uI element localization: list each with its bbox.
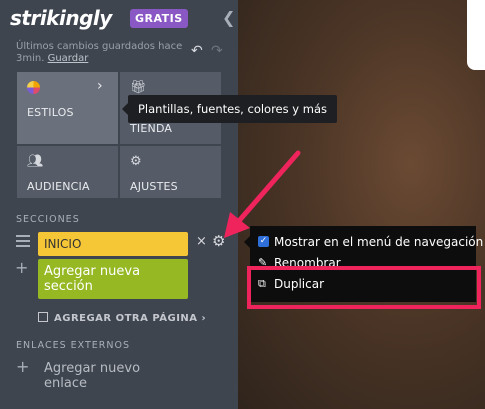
palette-icon [27, 81, 40, 94]
highlight-box [247, 266, 481, 309]
tile-label: AJUSTES [130, 180, 178, 193]
gear-icon: ⚙ [130, 154, 142, 169]
styles-tooltip: Plantillas, fuentes, colores y más [122, 95, 337, 123]
tile-label: AUDIENCIA [27, 180, 90, 193]
save-link[interactable]: Guardar [48, 53, 89, 64]
drag-handle-icon[interactable] [16, 235, 30, 250]
brand-logo[interactable]: strikingly [10, 6, 112, 30]
add-page-label: AGREGAR OTRA PÁGINA [54, 313, 198, 324]
plus-icon[interactable]: + [15, 258, 28, 277]
gift-icon: 🎁︎ [130, 80, 147, 95]
sidebar-header: strikingly GRATIS ❮ [0, 0, 238, 40]
section-item-inicio[interactable]: INICIO [38, 232, 188, 256]
chevron-left-icon[interactable]: ❮ [222, 8, 235, 27]
editor-sidebar: strikingly GRATIS ❮ Últimos cambios guar… [0, 0, 238, 409]
add-page-button[interactable]: AGREGAR OTRA PÁGINA › [38, 312, 206, 324]
save-status: Últimos cambios guardados hace 3min. Gua… [16, 41, 191, 65]
tile-label: TIENDA [130, 122, 173, 135]
redo-icon[interactable]: ↷ [211, 43, 223, 59]
add-section-button[interactable]: Agregar nueva sección [38, 259, 188, 299]
tile-audiencia[interactable]: 👥︎ AUDIENCIA [16, 145, 119, 199]
tool-grid: › ESTILOS 🎁︎ TIENDA 👥︎ AUDIENCIA ⚙ AJUST… [16, 71, 222, 199]
editor-screen: strikingly GRATIS ❮ Últimos cambios guar… [0, 0, 485, 409]
annotation-arrow [224, 150, 301, 238]
tile-ajustes[interactable]: ⚙ AJUSTES [119, 145, 222, 199]
external-links-heading: ENLACES EXTERNOS [16, 340, 131, 351]
tile-label: ESTILOS [27, 106, 74, 119]
plan-badge[interactable]: GRATIS [130, 9, 188, 28]
tile-estilos[interactable]: › ESTILOS [16, 71, 119, 145]
undo-icon[interactable]: ↶ [191, 43, 203, 59]
close-icon[interactable]: × [196, 234, 207, 249]
people-icon: 👥︎ [27, 154, 44, 169]
pages-icon [38, 312, 48, 322]
add-link-button[interactable]: Agregar nuevo enlace [44, 361, 154, 391]
plus-icon[interactable]: + [16, 357, 29, 376]
preview-card [467, 0, 485, 70]
save-status-text: Últimos cambios guardados hace 3min. [16, 41, 183, 64]
sections-heading: SECCIONES [16, 214, 80, 225]
chevron-right-icon: › [97, 78, 103, 94]
